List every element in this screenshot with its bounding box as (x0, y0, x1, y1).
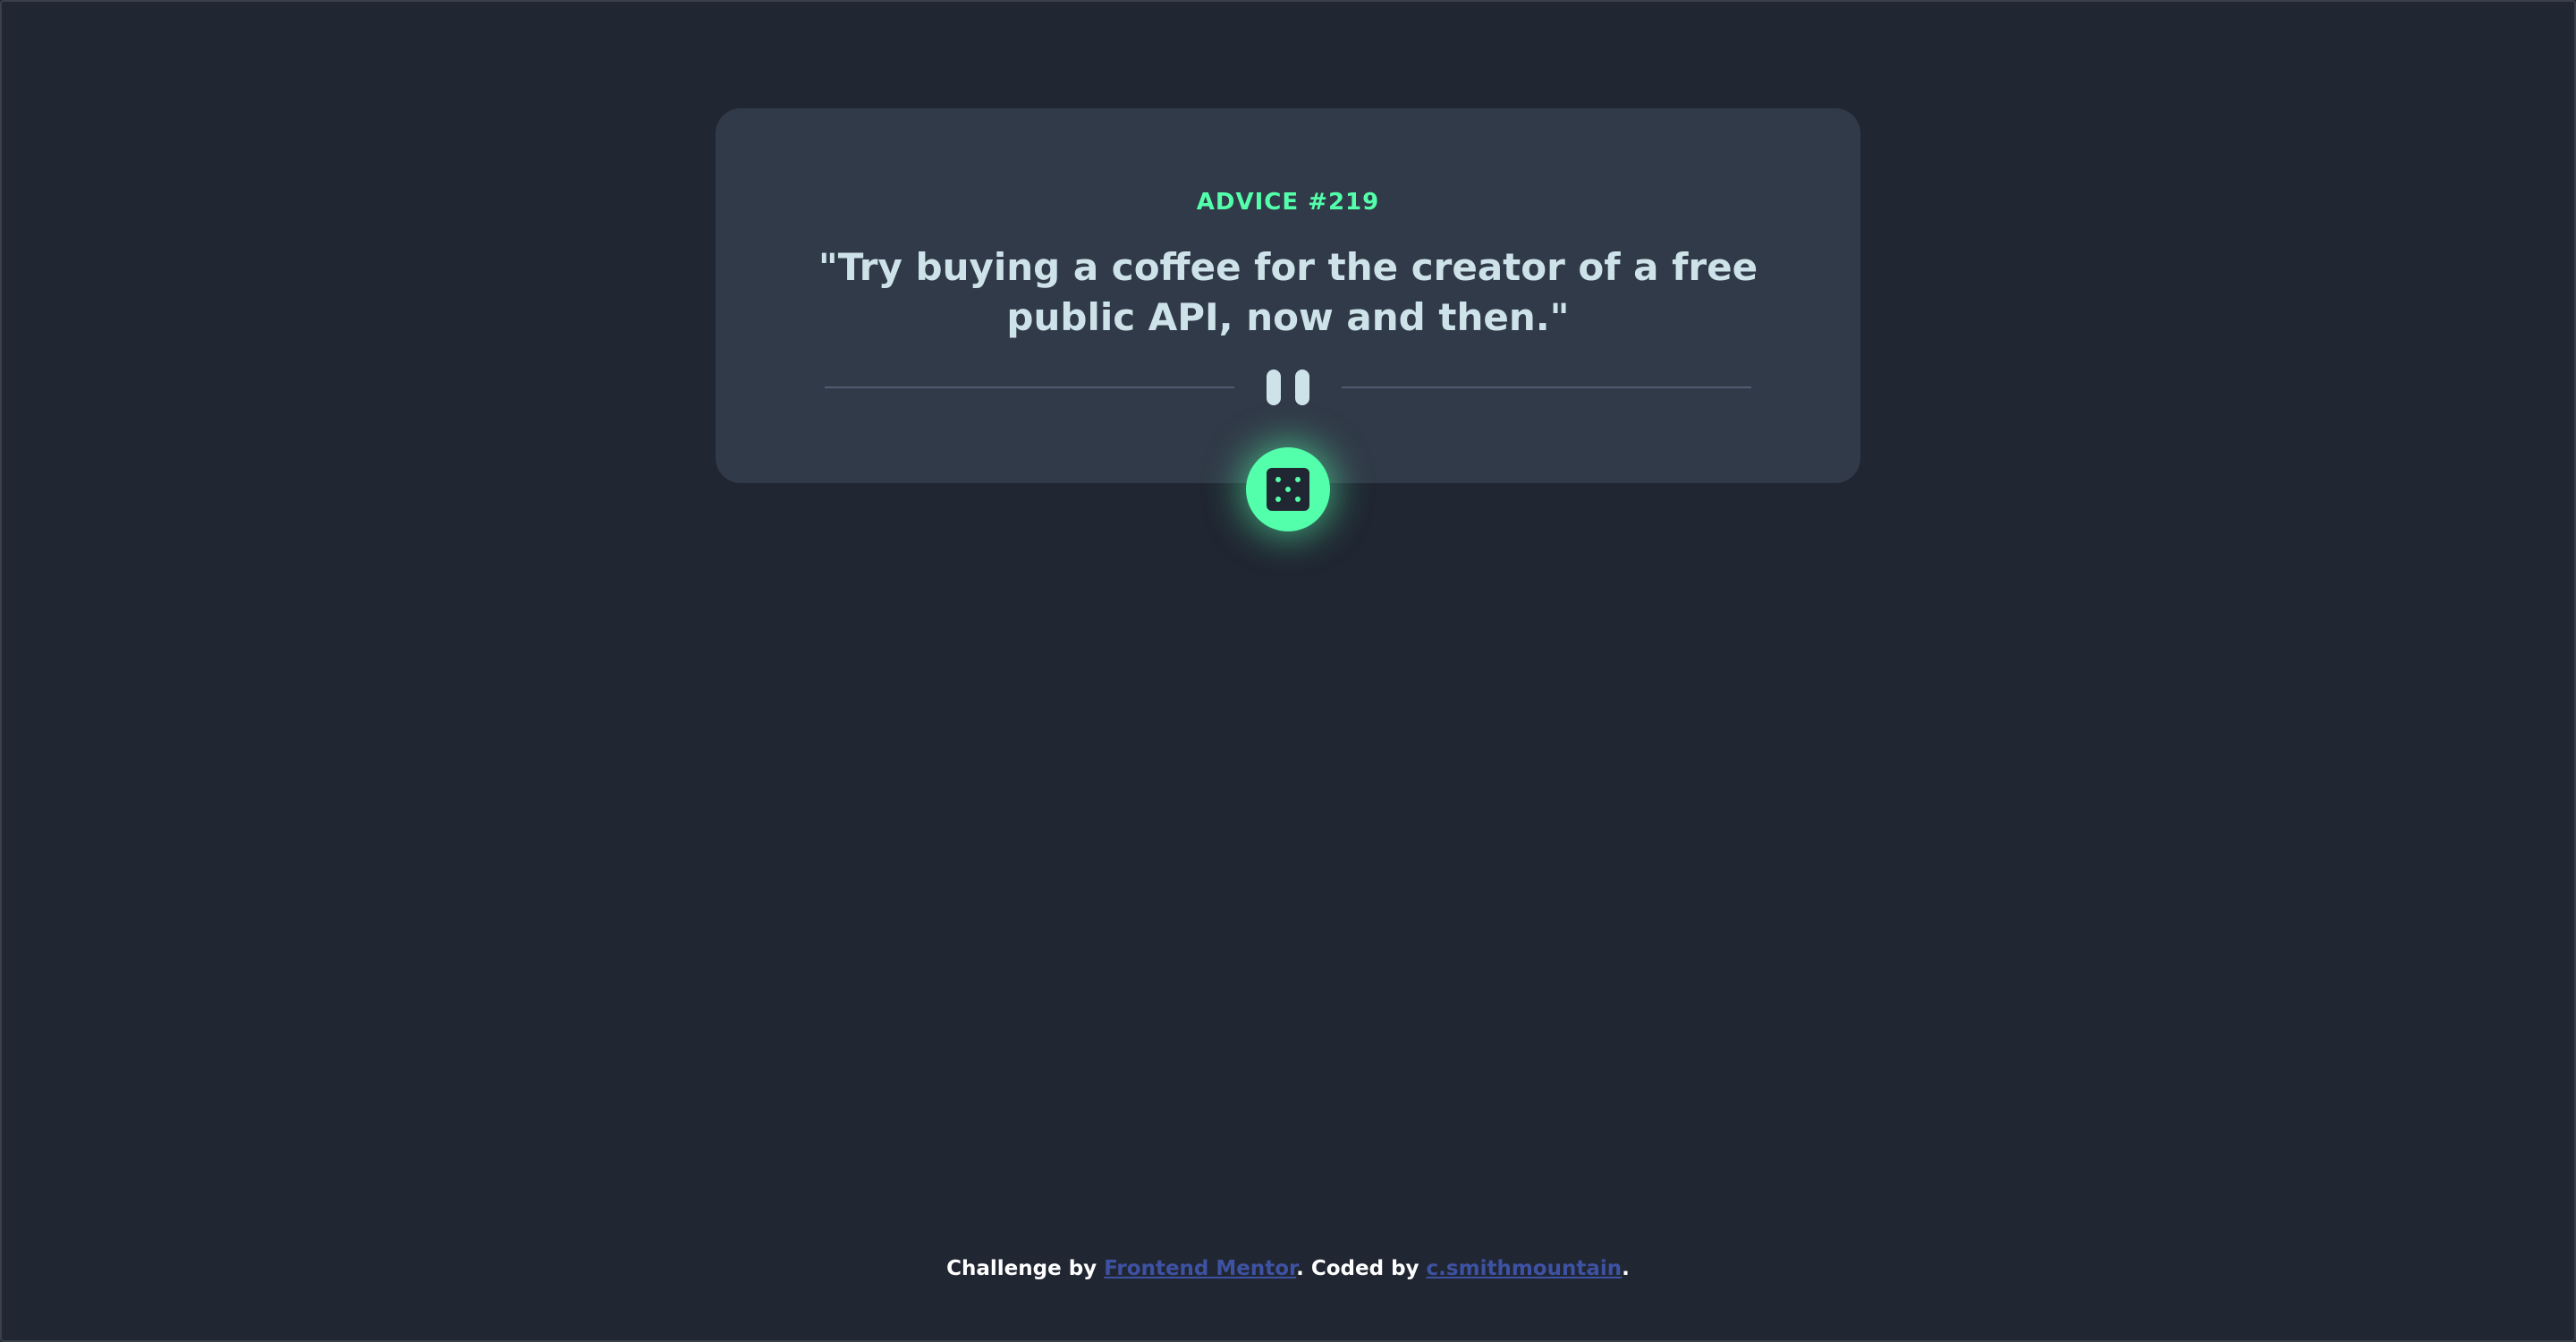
footer-coded-text: . Coded by (1296, 1257, 1427, 1280)
footer-suffix: . (1622, 1257, 1630, 1280)
dice-icon (1267, 468, 1309, 511)
footer-challenge-text: Challenge by (946, 1257, 1105, 1280)
divider-line-left (825, 386, 1234, 388)
pause-bar-right (1295, 369, 1309, 405)
advice-quote: "Try buying a coffee for the creator of … (818, 245, 1758, 339)
advice-number: ADVICE #219 (1196, 189, 1380, 216)
pause-icon (1267, 369, 1309, 405)
author-link[interactable]: c.smithmountain (1427, 1257, 1623, 1280)
attribution-footer: Challenge by Frontend Mentor. Coded by c… (0, 1257, 2576, 1280)
frontend-mentor-link[interactable]: Frontend Mentor (1104, 1257, 1296, 1280)
divider (825, 369, 1751, 405)
dice-pip (1285, 487, 1291, 492)
dice-pip (1295, 497, 1301, 502)
dice-pip (1295, 477, 1301, 482)
dice-pip (1275, 477, 1281, 482)
divider-line-right (1342, 386, 1751, 388)
dice-pip (1275, 497, 1281, 502)
advice-card: ADVICE #219 "Try buying a coffee for the… (716, 108, 1860, 483)
pause-bar-left (1267, 369, 1281, 405)
new-advice-button[interactable] (1246, 447, 1330, 531)
